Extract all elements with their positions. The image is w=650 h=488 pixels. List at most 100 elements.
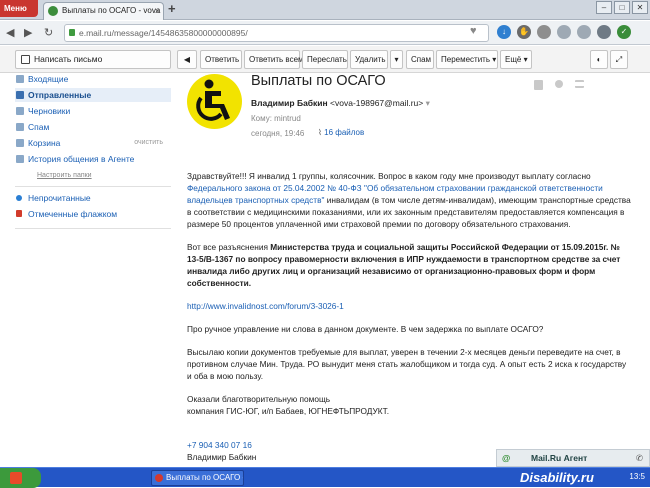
agent-label: Mail.Ru Агент — [531, 453, 588, 463]
forward-button[interactable]: Переслать — [302, 50, 348, 69]
browser-tab-strip: Меню Выплаты по ОСАГО - vova × + – □ ✕ — [0, 0, 650, 20]
spam-icon — [16, 123, 24, 131]
refresh-extension-icon[interactable] — [577, 25, 591, 39]
sent-icon — [16, 91, 24, 99]
mailru-agent-bar[interactable]: @ Mail.Ru Агент ✆ — [496, 449, 650, 467]
paperclip-icon: ⌇ — [318, 128, 322, 137]
sidebar-item-sent[interactable]: Отправленные — [15, 88, 171, 102]
message-subject: Выплаты по ОСАГО — [251, 73, 386, 89]
spam-button[interactable]: Спам — [406, 50, 434, 69]
body-line: Оказали благотворительную помощь — [187, 394, 331, 404]
heart-icon[interactable]: ♥ — [470, 25, 477, 37]
delete-button[interactable]: Удалить — [350, 50, 388, 69]
sidebar-item-spam[interactable]: Спам — [15, 120, 171, 134]
maximize-button[interactable]: □ — [614, 1, 630, 14]
opera-icon — [155, 474, 163, 482]
body-text: Вот все разъяснения — [187, 242, 271, 252]
menu-icon[interactable] — [575, 80, 584, 88]
taskbar-browser-item[interactable]: Выплаты по ОСАГО -... — [151, 470, 244, 486]
unread-dot-icon — [16, 195, 22, 201]
body-paragraph: Высылаю копии документов требуемые для в… — [187, 347, 627, 381]
globe-icon[interactable] — [557, 25, 571, 39]
window-controls: – □ ✕ — [596, 1, 648, 16]
delete-dropdown-arrow-icon[interactable]: ▾ — [390, 50, 403, 69]
sidebar-item-unread[interactable]: Непрочитанные — [15, 191, 171, 205]
setup-folders-link[interactable]: Настроить папки — [37, 172, 92, 179]
message-sender[interactable]: Владимир Бабкин <vova-198967@mail.ru> ▾ — [251, 98, 430, 109]
compose-label: Написать письмо — [34, 54, 103, 64]
new-tab-button[interactable]: + — [168, 1, 176, 16]
move-button[interactable]: Переместить ▾ — [436, 50, 498, 69]
pencil-icon — [21, 55, 30, 64]
clear-trash-link[interactable]: очистить — [134, 136, 163, 150]
url-field[interactable]: e.mail.ru/message/14548635800000000895/ — [64, 24, 489, 42]
sidebar-divider — [15, 228, 171, 229]
attachments-link[interactable]: ⌇ 16 файлов — [318, 128, 364, 137]
browser-menu-button[interactable]: Меню — [0, 0, 38, 17]
watermark-text: Disability.ru — [520, 470, 594, 485]
close-window-button[interactable]: ✕ — [632, 1, 648, 14]
inbox-icon — [16, 75, 24, 83]
message-body: Здравствуйте!!! Я инвалид 1 группы, коля… — [187, 170, 632, 463]
adblock-icon[interactable]: ✋ — [517, 25, 531, 39]
reply-all-button[interactable]: Ответить всем — [244, 50, 304, 69]
sidebar-item-label: История общения в Агенте — [28, 154, 135, 164]
status-icon[interactable]: ✓ — [617, 25, 631, 39]
minimize-button[interactable]: – — [596, 1, 612, 14]
more-button[interactable]: Ещё ▾ — [500, 50, 532, 69]
reload-icon[interactable]: ↻ — [44, 26, 53, 39]
phone-icon[interactable]: ✆ — [636, 450, 643, 466]
windows-taskbar: Выплаты по ОСАГО -... Disability.ru 13:5 — [0, 467, 650, 488]
body-text: Здравствуйте!!! Я инвалид 1 группы, коля… — [187, 171, 591, 181]
sender-menu-icon[interactable]: ▾ — [426, 98, 430, 108]
sidebar-item-trash[interactable]: Корзина очистить — [15, 136, 171, 150]
expand-icon[interactable]: ⤢ — [610, 50, 628, 69]
mark-unread-icon[interactable] — [555, 80, 563, 88]
sidebar-item-label: Отмеченные флажком — [28, 209, 118, 219]
address-bar-row: ◀ ▶ ↻ e.mail.ru/message/1454863580000000… — [0, 21, 650, 45]
forward-arrow-icon[interactable]: ▶ — [24, 26, 32, 39]
shield-icon[interactable] — [537, 25, 551, 39]
agent-at-icon: @ — [502, 453, 511, 463]
sidebar-item-drafts[interactable]: Черновики — [15, 104, 171, 118]
flag-icon — [16, 210, 22, 217]
mail-toolbar: Написать письмо ◀ Ответить Ответить всем… — [0, 46, 650, 73]
to-label: Кому: — [251, 114, 272, 123]
flag-outline-icon[interactable] — [534, 80, 543, 90]
sidebar-item-flagged[interactable]: Отмеченные флажком — [15, 207, 171, 221]
start-button[interactable] — [0, 468, 41, 488]
sidebar-item-label: Непрочитанные — [28, 193, 91, 203]
clock: 13:5 — [629, 472, 645, 481]
phone-link[interactable]: +7 904 340 07 16 — [187, 440, 252, 450]
settings-icon[interactable] — [597, 25, 611, 39]
reply-button[interactable]: Ответить — [200, 50, 242, 69]
message-header-icons — [534, 80, 584, 90]
close-tab-icon[interactable]: × — [155, 3, 160, 19]
body-paragraph: Здравствуйте!!! Я инвалид 1 группы, коля… — [187, 170, 632, 230]
sidebar-item-label: Отправленные — [28, 90, 92, 100]
windows-logo-icon — [10, 472, 22, 484]
url-text: e.mail.ru/message/14548635800000000895/ — [79, 28, 248, 38]
lock-icon — [69, 29, 75, 36]
taskbar-item-label: Выплаты по ОСАГО -... — [166, 473, 244, 482]
body-paragraph: Про ручное управление ни слова в данном … — [187, 324, 544, 334]
move-label: Переместить — [441, 55, 491, 64]
sidebar-item-label: Спам — [28, 122, 50, 132]
sidebar-item-agent-history[interactable]: История общения в Агенте — [15, 152, 171, 166]
extension-icons: ↓ ✋ ✓ — [497, 25, 631, 39]
download-icon[interactable]: ↓ — [497, 25, 511, 39]
trash-icon — [16, 139, 24, 147]
back-arrow-icon[interactable]: ◀ — [6, 26, 14, 39]
wheelchair-icon — [196, 79, 230, 121]
sidebar-item-inbox[interactable]: Входящие — [15, 72, 171, 86]
forum-link[interactable]: http://www.invalidnost.com/forum/3-3026-… — [187, 301, 344, 311]
more-label: Ещё — [505, 55, 522, 64]
browser-tab[interactable]: Выплаты по ОСАГО - vova × — [43, 2, 164, 20]
theme-icon[interactable]: ◐ — [590, 50, 608, 69]
folder-sidebar: Входящие Отправленные Черновики Спам Кор… — [15, 74, 171, 234]
sender-avatar — [187, 74, 242, 129]
to-value: mintrud — [274, 114, 301, 123]
compose-button[interactable]: Написать письмо — [15, 50, 171, 69]
message-recipient: Кому: mintrud — [251, 114, 301, 123]
sender-email: <vova-198967@mail.ru> — [330, 98, 424, 108]
